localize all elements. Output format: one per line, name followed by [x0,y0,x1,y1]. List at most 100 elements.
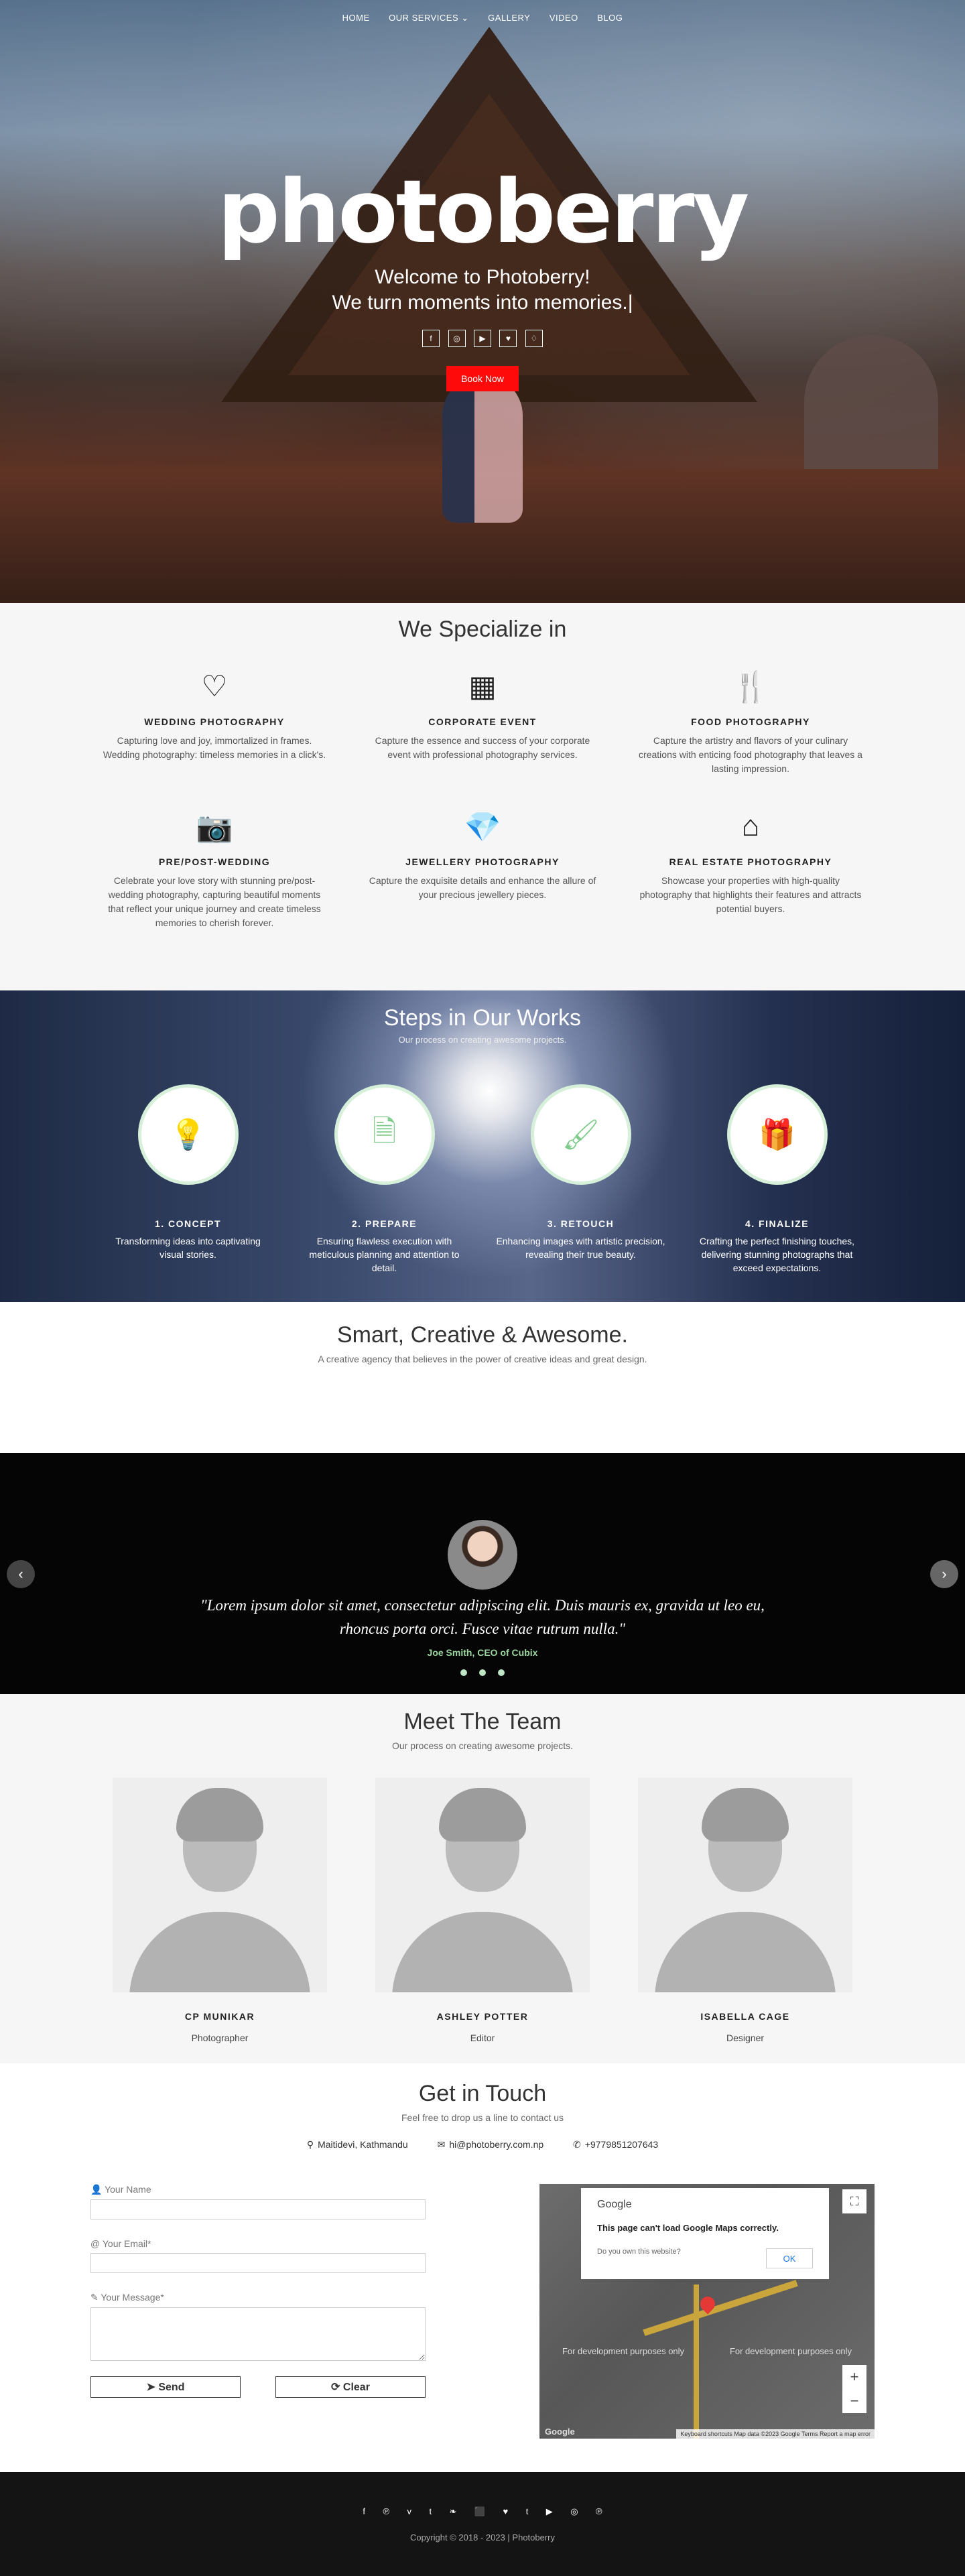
dev-text: For development purposes only [562,2346,685,2356]
map-footer[interactable]: Keyboard shortcuts Map data ©2023 Google… [676,2429,875,2439]
step-desc: Ensuring flawless execution with meticul… [309,1236,460,1273]
steps-section: Steps in Our Works Our process on creati… [0,990,965,1302]
nav-home[interactable]: HOME [342,13,370,23]
map-road [694,2284,699,2439]
building-icon: ▦ [468,670,497,703]
copyright: Copyright © 2018 - 2023 | Photoberry [409,2532,556,2542]
service-desc: Capture the artistry and flavors of your… [639,735,862,774]
tumblr-icon[interactable]: t [526,2506,529,2516]
service-desc: Capture the essence and success of your … [375,735,590,760]
instagram-icon[interactable]: ◎ [570,2506,578,2517]
team-member: CP MUNIKAR Photographer [113,1778,327,2043]
map-ok-button[interactable]: OK [766,2248,813,2268]
map-zoom-controls: + − [842,2365,866,2413]
steps-row: 💡 1. CONCEPT Transforming ideas into cap… [0,1084,965,1275]
photoberry-logo: photoberry [217,161,750,263]
zoom-in-button[interactable]: + [842,2365,866,2389]
testimonial-prev-button[interactable]: ‹ [7,1560,35,1588]
step-item: 🖌 3. RETOUCH Enhancing images with artis… [482,1084,679,1275]
contact-row: 👤 Your Name @ Your Email* ✎ Your Message… [90,2184,875,2439]
rss-icon[interactable]: ❧ [450,2506,457,2517]
facebook-icon[interactable]: f [422,330,440,347]
team-row: CP MUNIKAR Photographer ASHLEY POTTER Ed… [0,1778,965,2043]
step-item: 🎁 4. FINALIZE Crafting the perfect finis… [679,1084,875,1275]
service-title: CORPORATE EVENT [428,716,537,727]
delicious-icon[interactable]: ⬛ [474,2506,485,2517]
member-role: Editor [470,2033,495,2043]
services-grid: ♡ WEDDING PHOTOGRAPHY Capturing love and… [80,669,885,964]
specialize-section: We Specialize in ♡ WEDDING PHOTOGRAPHY C… [0,603,965,990]
step-desc: Enhancing images with artistic precision… [496,1236,665,1260]
member-name: ASHLEY POTTER [436,2011,529,2022]
testimonial-next-button[interactable]: › [930,1560,958,1588]
step-title: 1. CONCEPT [154,1218,221,1229]
service-item: ▦ CORPORATE EVENT Capture the essence an… [348,669,617,776]
google-logo: Google [545,2427,575,2437]
youtube-icon[interactable]: ▶ [546,2506,553,2517]
message-field[interactable] [90,2307,426,2361]
name-label-text: Your Name [105,2184,151,2195]
twitter-icon[interactable]: t [429,2506,432,2516]
testimonial-author: Joe Smith, CEO of Cubix [427,1647,538,1658]
service-desc: Celebrate your love story with stunning … [108,875,321,928]
nav-our-services[interactable]: OUR SERVICES ⌄ [389,13,469,23]
carousel-dot[interactable] [498,1669,505,1676]
nav-blog[interactable]: BLOG [597,13,623,23]
testimonial-quote: "Lorem ipsum dolor sit amet, consectetur… [0,1594,965,1640]
heart-icon[interactable]: ♥ [503,2506,509,2516]
team-section: Meet The Team Our process on creating aw… [0,1694,965,2063]
email-label-text: Your Email* [102,2238,151,2249]
google-map[interactable]: For development purposes only For develop… [539,2184,875,2439]
vimeo-icon[interactable]: v [407,2506,412,2516]
nav-gallery[interactable]: GALLERY [488,13,530,23]
gift-icon: 🎁 [726,1084,828,1185]
specialize-title: We Specialize in [398,617,567,642]
map-marker-icon: ⚲ [306,2139,314,2150]
carousel-dot[interactable] [479,1669,486,1676]
email-field[interactable] [90,2253,426,2273]
contact-info: ⚲ Maitidevi, Kathmandu ✉ hi@photoberry.com… [0,2139,965,2150]
diamond-icon[interactable]: ♢ [525,330,543,347]
clear-label: Clear [342,2382,370,2393]
paper-plane-icon: ➤ [146,2382,159,2393]
camera-icon: 📷 [196,811,233,844]
facebook-icon[interactable]: f [363,2506,365,2516]
heart-icon: ♡ [201,670,228,703]
phone-info[interactable]: ✆ +9779851207643 [573,2139,658,2150]
message-label: ✎ Your Message* [90,2292,426,2303]
step-title: 3. RETOUCH [547,1218,615,1229]
zoom-out-button[interactable]: − [842,2389,866,2413]
pinterest-icon[interactable]: ℗ [383,2506,389,2516]
step-item: 💡 1. CONCEPT Transforming ideas into cap… [90,1084,286,1275]
step-title: 4. FINALIZE [745,1218,810,1229]
send-button[interactable]: ➤ Send [90,2376,241,2398]
fullscreen-icon[interactable]: ⛶ [842,2189,866,2213]
member-role: Photographer [191,2033,249,2043]
address-text: Maitidevi, Kathmandu [318,2139,408,2150]
google-brand: Google [597,2199,632,2210]
service-item: 💎 JEWELLERY PHOTOGRAPHY Capture the exqu… [348,810,617,930]
youtube-icon[interactable]: ▶ [474,330,491,347]
contact-title: Get in Touch [418,2081,547,2106]
home-icon: ⌂ [741,810,760,842]
heart-icon[interactable]: ♥ [499,330,517,347]
form-buttons: ➤ Send ⟳ Clear [90,2376,426,2398]
name-field[interactable] [90,2199,426,2219]
service-title: FOOD PHOTOGRAPHY [691,716,810,727]
at-icon: @ [90,2238,103,2249]
step-title: 2. PREPARE [351,1218,417,1229]
book-now-button[interactable]: Book Now [446,366,519,391]
pinterest-circle-icon[interactable]: ℗ [596,2506,602,2516]
instagram-icon[interactable]: ◎ [448,330,466,347]
service-title: WEDDING PHOTOGRAPHY [144,716,285,727]
testimonial-avatar [448,1520,517,1590]
email-info[interactable]: ✉ hi@photoberry.com.np [438,2139,544,2150]
service-item: 🍴 FOOD PHOTOGRAPHY Capture the artistry … [617,669,885,776]
member-name: CP MUNIKAR [184,2011,255,2022]
team-member: ASHLEY POTTER Editor [375,1778,590,2043]
nav-video[interactable]: VIDEO [550,13,578,23]
clear-button[interactable]: ⟳ Clear [275,2376,426,2398]
map-error-dialog: Google This page can't load Google Maps … [581,2188,829,2279]
carousel-dots [0,1667,965,1679]
carousel-dot[interactable] [460,1669,467,1676]
